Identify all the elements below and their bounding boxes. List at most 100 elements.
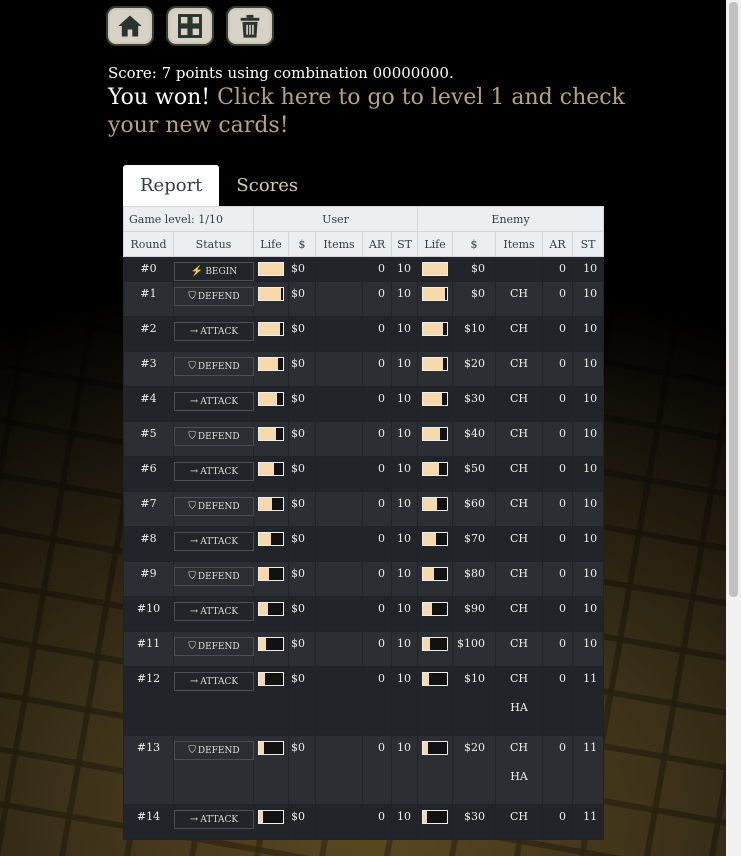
toolbar: [106, 6, 274, 46]
user-life-cell: [253, 735, 289, 805]
enemy-cash-cell: $10: [452, 666, 497, 736]
user-cash-cell: $0: [288, 526, 316, 562]
round-cell: #14: [123, 804, 174, 840]
shield-icon: ⛉: [188, 291, 196, 302]
table-row: #2 → ATTACK $0 0 10 $10 CH 0 10: [123, 316, 605, 352]
enemy-st-cell: 10: [572, 491, 605, 527]
user-st-cell: 10: [390, 281, 419, 317]
user-life-cell: [253, 456, 289, 492]
col-enemy-cash: $: [452, 231, 497, 257]
enemy-st-cell: 10: [572, 421, 605, 457]
user-cash-cell: $0: [288, 256, 316, 282]
life-bar: [258, 322, 284, 336]
enemy-ar-cell: 0: [542, 456, 574, 492]
col-user-items: Items: [315, 231, 363, 257]
status-label: ATTACK: [200, 677, 239, 687]
life-bar: [422, 532, 449, 546]
user-cash-cell: $0: [288, 804, 316, 840]
user-items-cell: [315, 804, 363, 840]
item-badge: CH: [510, 602, 529, 615]
table-row: #9 ⛉ DEFEND $0 0 10 $80 CH 0 10: [123, 561, 605, 597]
life-bar: [422, 427, 449, 441]
table-row: #6 → ATTACK $0 0 10 $50 CH 0 10: [123, 456, 605, 492]
enemy-ar-cell: 0: [542, 631, 574, 667]
enemy-items-cell: CH: [495, 316, 544, 352]
shield-icon: ⛉: [188, 361, 196, 372]
home-button[interactable]: [106, 6, 154, 46]
report-rows: #0 ⚡ BEGIN $0 0 10 $0 0 10 #1 ⛉ DEFEND $0 0 10 $0 CH 0 10 #…: [123, 256, 605, 840]
life-bar: [422, 637, 449, 651]
enemy-ar-cell: 0: [542, 804, 574, 840]
user-cash-cell: $0: [288, 735, 316, 805]
scrollbar-thumb[interactable]: [729, 2, 738, 597]
life-bar: [422, 357, 449, 371]
enemy-life-cell: [417, 316, 454, 352]
home-icon: [118, 15, 142, 37]
status-cell: → ATTACK: [173, 386, 254, 422]
win-message: You won! Click here to go to level 1 and…: [108, 84, 628, 140]
status-cell: ⛉ DEFEND: [173, 491, 254, 527]
arrow-right-icon: →: [189, 396, 199, 407]
status-label: DEFEND: [197, 746, 240, 756]
life-bar: [422, 262, 449, 276]
trash-button[interactable]: [226, 6, 274, 46]
item-badge: CH: [510, 392, 529, 405]
user-st-cell: 10: [390, 666, 419, 736]
enemy-items-cell: CH: [495, 386, 544, 422]
enemy-ar-cell: 0: [542, 735, 574, 805]
round-cell: #0: [123, 256, 174, 282]
enemy-st-cell: 10: [572, 456, 605, 492]
col-round: Round: [123, 231, 174, 257]
status-label: DEFEND: [197, 292, 240, 302]
enemy-cash-cell: $40: [452, 421, 497, 457]
score-text: Score: 7 points using combination 000000…: [108, 64, 454, 82]
enemy-cash-cell: $20: [452, 735, 497, 805]
enemy-cash-cell: $0: [452, 256, 497, 282]
user-ar-cell: 0: [362, 421, 392, 457]
tab-scores[interactable]: Scores: [219, 165, 315, 206]
enemy-life-cell: [417, 256, 454, 282]
user-cash-cell: $0: [288, 666, 316, 736]
user-items-cell: [315, 351, 363, 387]
enemy-st-cell: 10: [572, 631, 605, 667]
enemy-items-cell: CH HA: [495, 735, 544, 805]
trash-icon: [240, 14, 260, 38]
user-cash-cell: $0: [288, 281, 316, 317]
item-badge: CH: [510, 810, 529, 823]
tab-report[interactable]: Report: [123, 165, 220, 206]
user-st-cell: 10: [390, 561, 419, 597]
user-items-cell: [315, 491, 363, 527]
enemy-items-cell: [495, 256, 544, 282]
status-cell: ⛉ DEFEND: [173, 281, 254, 317]
life-bar: [422, 497, 449, 511]
status-cell: → ATTACK: [173, 596, 254, 632]
life-bar: [258, 287, 284, 301]
user-st-cell: 10: [390, 316, 419, 352]
status-badge: → ATTACK: [174, 462, 254, 481]
enemy-items-cell: CH: [495, 351, 544, 387]
user-st-cell: 10: [390, 351, 419, 387]
tab-bar: Report Scores: [123, 165, 315, 206]
user-items-cell: [315, 735, 363, 805]
status-label: ATTACK: [200, 327, 239, 337]
user-cash-cell: $0: [288, 596, 316, 632]
arrow-right-icon: →: [189, 326, 199, 337]
enemy-cash-cell: $70: [452, 526, 497, 562]
enemy-st-cell: 10: [572, 316, 605, 352]
user-items-cell: [315, 256, 363, 282]
life-bar: [258, 357, 284, 371]
scrollbar[interactable]: [726, 0, 741, 856]
enemy-st-cell: 10: [572, 281, 605, 317]
user-st-cell: 10: [390, 456, 419, 492]
status-badge: ⛉ DEFEND: [174, 567, 254, 586]
status-cell: ⛉ DEFEND: [173, 351, 254, 387]
user-ar-cell: 0: [362, 256, 392, 282]
col-status: Status: [173, 231, 254, 257]
user-life-cell: [253, 631, 289, 667]
enemy-items-cell: CH: [495, 421, 544, 457]
item-badge: CH: [510, 741, 529, 754]
table-row: #12 → ATTACK $0 0 10 $10 CH HA 0 11: [123, 666, 605, 736]
enemy-cash-cell: $100: [452, 631, 497, 667]
status-label: DEFEND: [197, 432, 240, 442]
grid-button[interactable]: [166, 6, 214, 46]
